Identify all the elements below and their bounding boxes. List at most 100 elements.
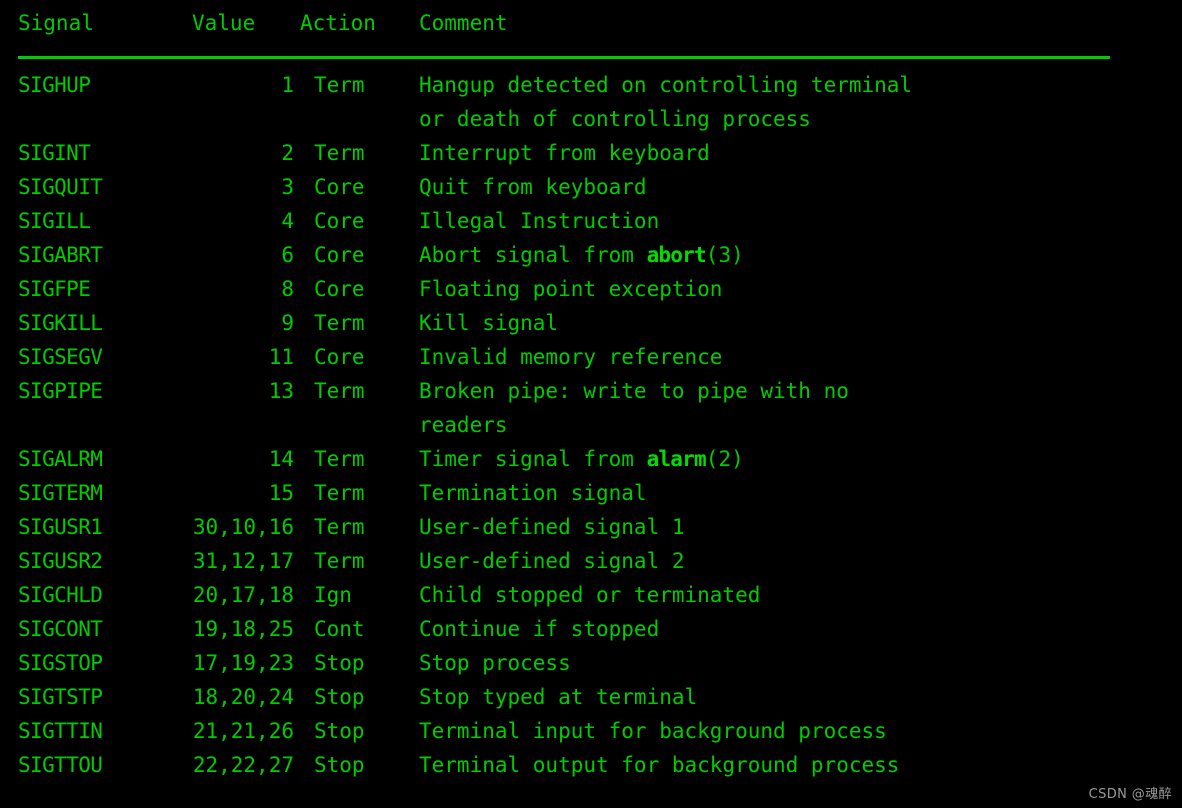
comment-text-prefix: Timer signal from — [419, 447, 647, 471]
signal-value: 15 — [268, 481, 294, 505]
signal-comment: Hangup detected on controlling terminal o… — [418, 68, 1182, 136]
comment-line: Broken pipe: write to pipe with no — [419, 379, 849, 403]
comment-line: Terminal input for background process — [419, 719, 887, 743]
comment-line: User-defined signal 2 — [419, 549, 685, 573]
table-row: SIGPIPE 13 Term Broken pipe: write to pipe … — [0, 374, 1182, 442]
column-header-value: Value — [192, 11, 256, 35]
table-header-row: Signal Value Action Comment — [0, 6, 1182, 40]
table-row: SIGSTOP 17,19,23 Stop Stop process — [0, 646, 1182, 680]
comment-function-reference: abort — [646, 243, 707, 267]
table-row: SIGSEGV 11 Core Invalid memory reference — [0, 340, 1182, 374]
signal-value: 22,22,27 — [192, 753, 294, 777]
signal-name: SIGFPE — [18, 277, 91, 301]
comment-section-number: (2) — [705, 447, 744, 471]
signal-action: Ign — [314, 583, 352, 607]
table-row: SIGTERM 15 Term Termination signal — [0, 476, 1182, 510]
signal-table: Signal Value Action Comment SIGHUP 1 Term Hangu… — [0, 6, 1182, 782]
signal-name: SIGALRM — [18, 447, 103, 471]
signal-value: 6 — [281, 243, 294, 267]
table-row: SIGTTIN 21,21,26 Stop Terminal input for ba… — [0, 714, 1182, 748]
signal-value: 20,17,18 — [192, 583, 294, 607]
table-row: SIGILL 4 Core Illegal Instruction — [0, 204, 1182, 238]
signal-name: SIGCHLD — [18, 583, 103, 607]
signal-action: Term — [314, 379, 365, 403]
signal-comment: Broken pipe: write to pipe with no reader… — [418, 374, 1182, 442]
signal-value: 8 — [281, 277, 294, 301]
signal-comment: Illegal Instruction — [418, 204, 1182, 238]
comment-line: Invalid memory reference — [419, 345, 723, 369]
signal-value: 1 — [281, 73, 294, 97]
terminal-screen: Signal Value Action Comment SIGHUP 1 Term Hangu… — [0, 0, 1182, 808]
signal-name: SIGTSTP — [18, 685, 103, 709]
signal-comment: Quit from keyboard — [418, 170, 1182, 204]
comment-line: Kill signal — [419, 311, 559, 335]
signal-action: Stop — [314, 753, 365, 777]
signal-comment: Interrupt from keyboard — [418, 136, 1182, 170]
signal-comment: Child stopped or terminated — [418, 578, 1182, 612]
signal-value: 11 — [268, 345, 294, 369]
signal-comment: Termination signal — [418, 476, 1182, 510]
signal-action: Core — [314, 209, 365, 233]
signal-comment: Invalid memory reference — [418, 340, 1182, 374]
table-row: SIGCHLD 20,17,18 Ign Child stopped or termi… — [0, 578, 1182, 612]
signal-value: 19,18,25 — [192, 617, 294, 641]
column-header-comment: Comment — [419, 11, 508, 35]
signal-action: Term — [314, 311, 365, 335]
comment-text-prefix: Abort signal from — [419, 243, 647, 267]
signal-action: Term — [314, 549, 365, 573]
table-row: SIGALRM 14 Term Timer signal from alarm(2) — [0, 442, 1182, 476]
comment-line-continued: readers — [419, 413, 508, 437]
signal-name: SIGTTOU — [18, 753, 103, 777]
signal-value: 14 — [268, 447, 294, 471]
signal-name: SIGHUP — [18, 73, 91, 97]
signal-value: 31,12,17 — [192, 549, 294, 573]
table-row: SIGUSR1 30,10,16 Term User-defined signal 1 — [0, 510, 1182, 544]
signal-action: Term — [314, 481, 365, 505]
signal-action: Stop — [314, 719, 365, 743]
signal-value: 30,10,16 — [192, 515, 294, 539]
signal-comment: Abort signal from abort(3) — [418, 238, 1182, 272]
signal-action: Cont — [314, 617, 365, 641]
table-row: SIGUSR2 31,12,17 Term User-defined signal 2 — [0, 544, 1182, 578]
signal-action: Core — [314, 243, 365, 267]
signal-name: SIGTTIN — [18, 719, 103, 743]
comment-line: Stop process — [419, 651, 571, 675]
comment-line: Hangup detected on controlling terminal — [419, 73, 913, 97]
signal-value: 17,19,23 — [192, 651, 294, 675]
signal-comment: Terminal input for background process — [418, 714, 1182, 748]
header-separator-cell — [0, 40, 1182, 68]
table-row: SIGTSTP 18,20,24 Stop Stop typed at termina… — [0, 680, 1182, 714]
signal-action: Term — [314, 141, 365, 165]
comment-line: Continue if stopped — [419, 617, 660, 641]
signal-name: SIGUSR1 — [18, 515, 103, 539]
comment-line: Child stopped or terminated — [419, 583, 761, 607]
signal-comment: Floating point exception — [418, 272, 1182, 306]
signal-comment: User-defined signal 2 — [418, 544, 1182, 578]
comment-line: Floating point exception — [419, 277, 723, 301]
signal-name: SIGQUIT — [18, 175, 103, 199]
signal-action: Term — [314, 447, 365, 471]
signal-action: Core — [314, 277, 365, 301]
comment-line: Stop typed at terminal — [419, 685, 698, 709]
signal-comment: Timer signal from alarm(2) — [418, 442, 1182, 476]
signal-action: Term — [314, 73, 365, 97]
signal-action: Stop — [314, 651, 365, 675]
signal-comment: Stop process — [418, 646, 1182, 680]
signal-action: Term — [314, 515, 365, 539]
column-header-signal: Signal — [18, 11, 94, 35]
signal-value: 9 — [281, 311, 294, 335]
table-row: SIGKILL 9 Term Kill signal — [0, 306, 1182, 340]
comment-line: Illegal Instruction — [419, 209, 660, 233]
table-row: SIGABRT 6 Core Abort signal from abort(3) — [0, 238, 1182, 272]
signal-name: SIGKILL — [18, 311, 103, 335]
signal-name: SIGILL — [18, 209, 91, 233]
comment-line: Terminal output for background process — [419, 753, 900, 777]
table-row: SIGHUP 1 Term Hangup detected on controllin… — [0, 68, 1182, 136]
signal-action: Stop — [314, 685, 365, 709]
signal-name: SIGABRT — [18, 243, 103, 267]
signal-name: SIGCONT — [18, 617, 103, 641]
signal-comment: Continue if stopped — [418, 612, 1182, 646]
signal-comment: Terminal output for background process — [418, 748, 1182, 782]
comment-section-number: (3) — [705, 243, 744, 267]
signal-action: Core — [314, 345, 365, 369]
